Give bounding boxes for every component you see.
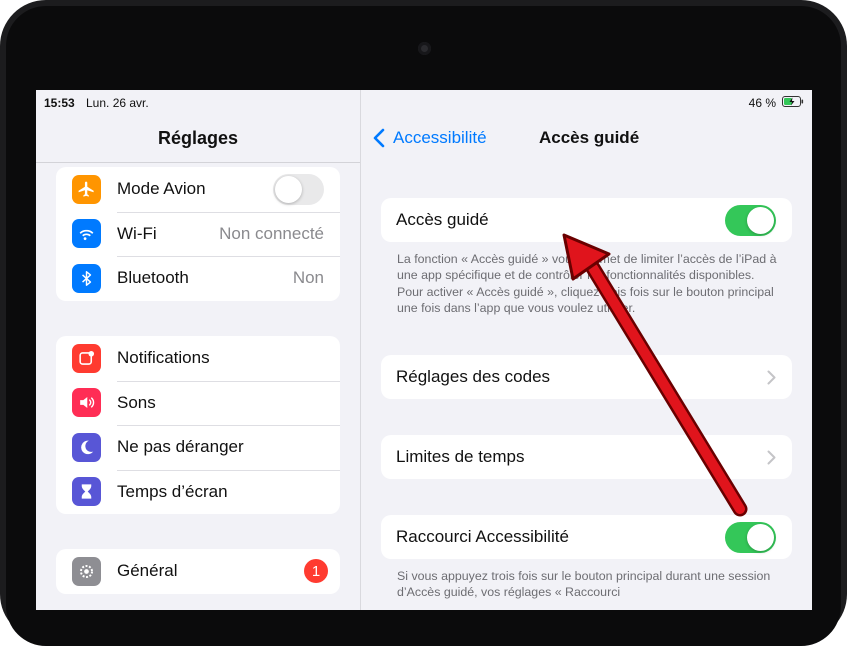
- notifications-icon: [72, 343, 101, 373]
- accessibility-shortcut-toggle[interactable]: [725, 521, 776, 553]
- chevron-left-icon: [373, 128, 385, 148]
- sidebar-item-bluetooth[interactable]: Bluetooth Non: [56, 256, 340, 301]
- wifi-icon: [72, 219, 101, 249]
- guided-access-toggle[interactable]: [725, 204, 776, 236]
- accessibility-shortcut-label: Raccourci Accessibilité: [396, 527, 569, 546]
- general-badge: 1: [304, 559, 328, 584]
- sidebar-item-label: Temps d’écran: [117, 481, 228, 501]
- sidebar-item-label: Mode Avion: [117, 179, 206, 199]
- toggle-knob: [275, 175, 302, 203]
- front-camera: [418, 42, 431, 55]
- row-separator: [117, 256, 340, 257]
- moon-icon: [72, 432, 101, 462]
- sidebar-item-do-not-disturb[interactable]: Ne pas déranger: [56, 425, 340, 470]
- toggle-knob: [747, 523, 774, 551]
- ipad-screen: Réglages Mode Avion Wi-Fi Non connecté B…: [36, 90, 812, 610]
- airplane-icon: [72, 174, 101, 204]
- speaker-icon: [72, 388, 101, 418]
- sidebar-group-notifications: Notifications Sons Ne pas déranger Temps…: [56, 336, 340, 514]
- sidebar-item-screen-time[interactable]: Temps d’écran: [56, 469, 340, 515]
- row-separator: [117, 380, 340, 382]
- guided-access-description: La fonction « Accès guidé » vous permet …: [397, 252, 777, 316]
- guided-access-label: Accès guidé: [396, 210, 489, 229]
- bluetooth-status-value: Non: [292, 268, 324, 288]
- sidebar-item-sounds[interactable]: Sons: [56, 380, 340, 426]
- row-separator: [117, 469, 340, 471]
- page-title: Accès guidé: [539, 128, 640, 147]
- sidebar-item-wifi[interactable]: Wi-Fi Non connecté: [56, 211, 340, 257]
- status-time: 15:53: [44, 96, 75, 110]
- chevron-right-icon: [767, 370, 776, 384]
- toggle-knob: [747, 206, 774, 234]
- sidebar-item-label: Sons: [117, 392, 156, 412]
- sidebar-item-general[interactable]: Général 1: [56, 549, 340, 594]
- time-limits-row[interactable]: Limites de temps: [381, 435, 792, 479]
- settings-sidebar: Réglages Mode Avion Wi-Fi Non connecté B…: [36, 90, 361, 610]
- battery-charging-icon: [782, 96, 804, 107]
- accessibility-shortcut-row: Raccourci Accessibilité: [381, 515, 792, 559]
- sidebar-group-connectivity: Mode Avion Wi-Fi Non connecté Bluetooth …: [56, 167, 340, 301]
- passcode-settings-label: Réglages des codes: [396, 367, 551, 386]
- back-button[interactable]: Accessibilité: [373, 128, 487, 148]
- row-separator: [117, 211, 340, 213]
- sidebar-divider: [36, 162, 360, 163]
- sidebar-item-label: Notifications: [117, 348, 210, 368]
- wifi-status-value: Non connecté: [219, 223, 324, 243]
- guided-access-detail: Accessibilité Accès guidé Accès guidé La…: [361, 90, 812, 610]
- sidebar-item-label: Bluetooth: [117, 268, 189, 288]
- sidebar-item-label: Ne pas déranger: [117, 437, 244, 457]
- bluetooth-icon: [72, 263, 101, 293]
- status-date: Lun. 26 avr.: [86, 96, 149, 110]
- sidebar-title: Réglages: [157, 128, 239, 148]
- accessibility-shortcut-description: Si vous appuyez trois fois sur le bouton…: [397, 569, 771, 600]
- status-bar: 15:53 Lun. 26 avr. 46 %: [36, 90, 812, 114]
- sidebar-item-label: Wi-Fi: [117, 223, 157, 243]
- sidebar-item-notifications[interactable]: Notifications: [56, 336, 340, 381]
- gear-icon: [72, 556, 101, 586]
- airplane-mode-toggle[interactable]: [273, 173, 324, 205]
- chevron-right-icon: [767, 450, 776, 464]
- hourglass-icon: [72, 477, 101, 507]
- back-button-label: Accessibilité: [393, 128, 487, 147]
- row-separator: [117, 425, 340, 426]
- guided-access-row: Accès guidé: [381, 198, 792, 242]
- battery-percent: 46 %: [748, 96, 776, 110]
- sidebar-item-label: Général: [117, 561, 178, 581]
- sidebar-group-general: Général 1: [56, 549, 340, 594]
- time-limits-label: Limites de temps: [396, 447, 525, 466]
- passcode-settings-row[interactable]: Réglages des codes: [381, 355, 792, 399]
- sidebar-item-airplane-mode[interactable]: Mode Avion: [56, 167, 340, 212]
